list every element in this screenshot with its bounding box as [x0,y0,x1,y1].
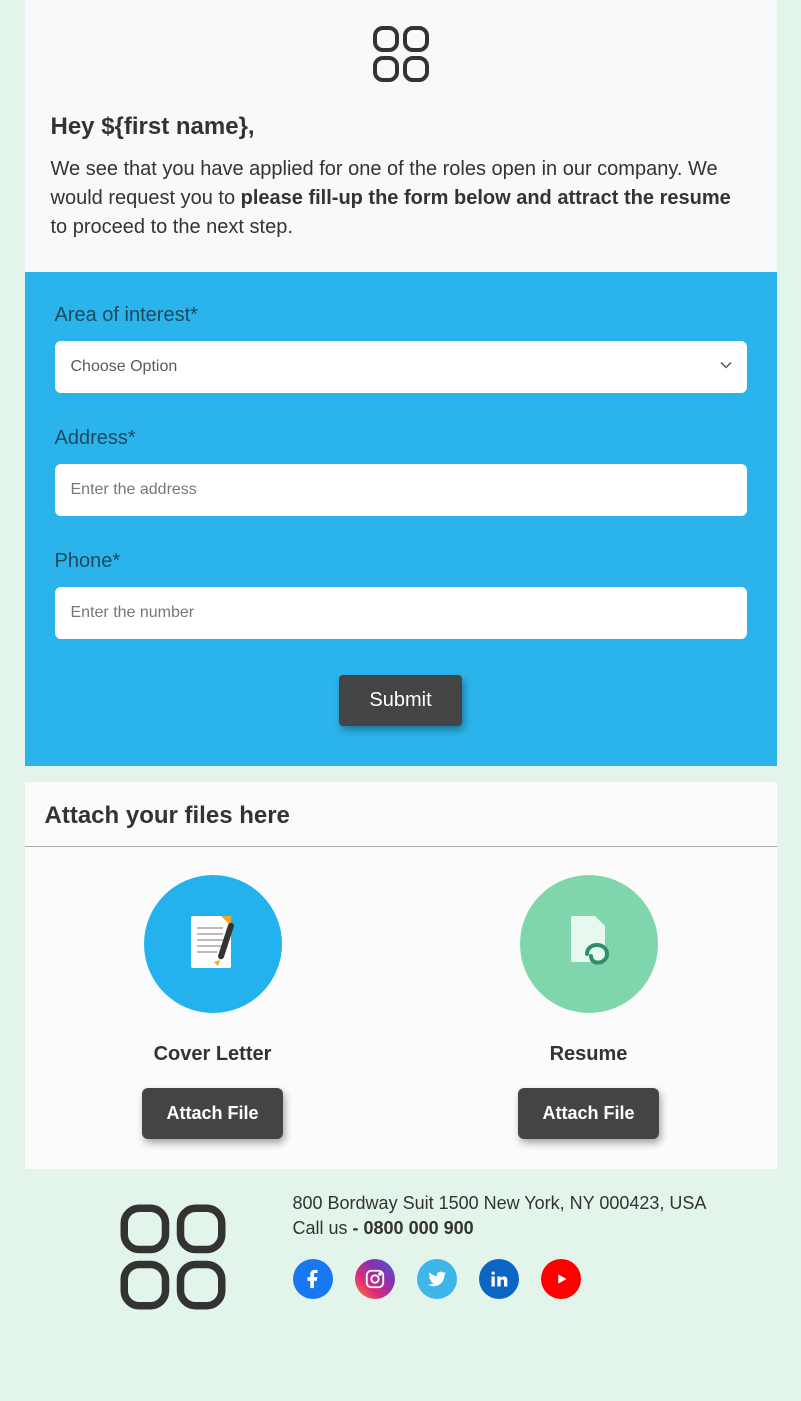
resume-column: Resume Attach File [401,875,777,1139]
instagram-icon[interactable] [355,1259,395,1299]
chevron-down-icon [719,358,733,377]
phone-input[interactable] [55,587,747,639]
social-row [293,1259,761,1299]
submit-button[interactable]: Submit [339,675,461,726]
resume-label: Resume [401,1043,777,1066]
footer-call-number: - 0800 000 900 [353,1218,474,1238]
address-label: Address* [55,427,747,450]
footer-call-prefix: Call us [293,1218,353,1238]
area-of-interest-label: Area of interest* [55,304,747,327]
footer-call: Call us - 0800 000 900 [293,1218,761,1239]
attach-divider [25,846,777,847]
greeting-heading: Hey ${first name}, [51,113,751,141]
form-card: Area of interest* Choose Option Address*… [25,272,777,766]
company-logo-icon [369,22,433,91]
attach-heading: Attach your files here [25,802,777,846]
resume-icon [520,875,658,1013]
intro-paragraph: We see that you have applied for one of … [51,155,751,242]
cover-letter-label: Cover Letter [25,1043,401,1066]
facebook-icon[interactable] [293,1259,333,1299]
intro-text-bold: please fill-up the form below and attrac… [241,187,731,209]
logo-wrap [51,20,751,113]
youtube-icon[interactable] [541,1259,581,1299]
attach-card: Attach your files here [25,782,777,1169]
company-logo-icon [113,1304,233,1321]
resume-attach-button[interactable]: Attach File [518,1088,658,1139]
footer-address: 800 Bordway Suit 1500 New York, NY 00042… [293,1193,761,1214]
cover-letter-attach-button[interactable]: Attach File [142,1088,282,1139]
header-card: Hey ${first name}, We see that you have … [25,0,777,272]
twitter-icon[interactable] [417,1259,457,1299]
address-input[interactable] [55,464,747,516]
area-of-interest-selected-value: Choose Option [71,358,178,376]
footer: 800 Bordway Suit 1500 New York, NY 00042… [25,1169,777,1352]
cover-letter-icon [144,875,282,1013]
area-of-interest-select[interactable]: Choose Option [55,341,747,393]
linkedin-icon[interactable] [479,1259,519,1299]
phone-label: Phone* [55,550,747,573]
footer-logo [41,1193,263,1322]
cover-letter-column: Cover Letter Attach File [25,875,401,1139]
intro-text-after: to proceed to the next step. [51,216,293,238]
